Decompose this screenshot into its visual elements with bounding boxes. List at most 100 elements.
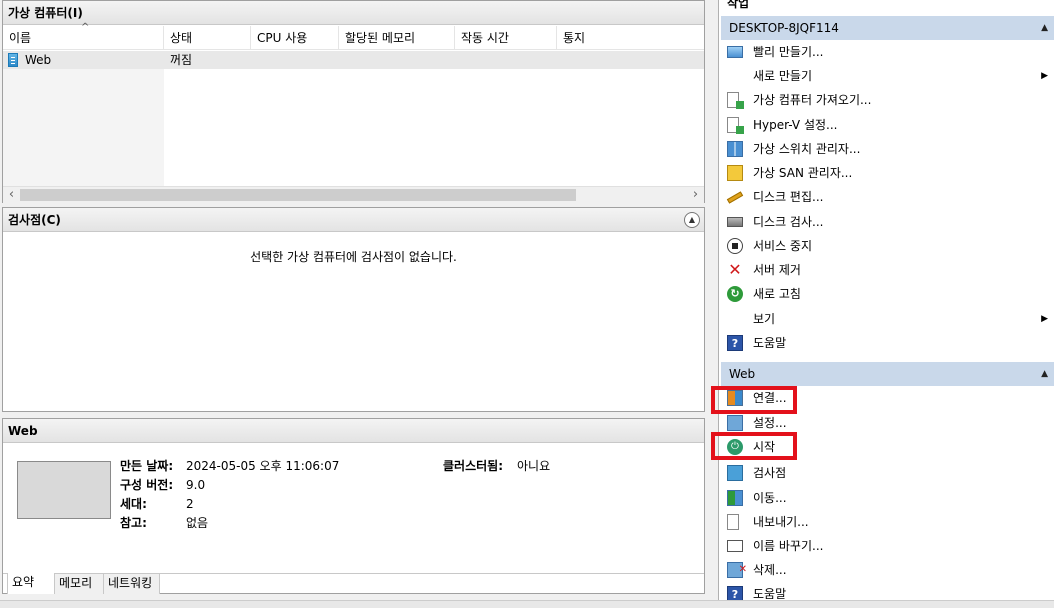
action-virtual-switch[interactable]: 가상 스위치 관리자... [721, 137, 1054, 161]
submenu-arrow-icon: ▶ [1041, 314, 1048, 324]
vm-detail-panel: Web 만든 날짜: 2024-05-05 오후 11:06:07 구성 버전: 9… [2, 418, 705, 594]
created-date-label: 만든 날짜: [120, 459, 174, 473]
tab-summary[interactable]: 요약 [7, 573, 55, 594]
action-label: 디스크 검사... [753, 215, 824, 229]
refresh-icon: ↻ [727, 286, 743, 302]
table-row[interactable]: Web 꺼짐 [3, 51, 704, 69]
notes-value: 없음 [186, 516, 209, 530]
action-new[interactable]: 새로 만들기 ▶ [721, 64, 1054, 88]
action-label: 이동... [753, 491, 787, 505]
stop-service-icon [727, 238, 743, 254]
action-label: 삭제... [753, 563, 787, 577]
action-delete[interactable]: 삭제... [721, 558, 1054, 582]
delete-icon [727, 558, 747, 582]
action-label: 가상 컴퓨터 가져오기... [753, 93, 872, 107]
generation-label: 세대: [120, 497, 147, 511]
help-icon: ? [727, 335, 743, 351]
action-stop-service[interactable]: 서비스 중지 [721, 234, 1054, 258]
export-icon [727, 514, 739, 530]
action-move[interactable]: 이동... [721, 486, 1054, 510]
empty-checkpoint-message: 선택한 가상 컴퓨터에 검사점이 없습니다. [250, 250, 457, 264]
action-label: 디스크 편집... [753, 190, 824, 204]
clustered-value: 아니요 [517, 459, 551, 473]
actions-title: 작업 [727, 0, 750, 10]
column-memory[interactable]: 할당된 메모리 [339, 26, 455, 50]
vm-settings-icon [727, 415, 743, 431]
action-label: 서비스 중지 [753, 239, 813, 253]
collapse-triangle-icon[interactable]: ▲ [1041, 16, 1048, 40]
clustered-label: 클러스터됨: [443, 459, 503, 473]
horizontal-scrollbar[interactable]: ‹ › [3, 186, 704, 203]
action-label: 서버 제거 [753, 263, 801, 277]
config-version-value: 9.0 [186, 478, 206, 492]
action-label: 이름 바꾸기... [753, 539, 824, 553]
action-rename[interactable]: 이름 바꾸기... [721, 534, 1054, 558]
action-help-host[interactable]: ? 도움말 [721, 331, 1054, 355]
generation-row: 세대: 2 [120, 495, 194, 514]
column-cpu[interactable]: CPU 사용 [251, 26, 339, 50]
host-section-title: DESKTOP-8JQF114 [729, 21, 839, 35]
column-uptime[interactable]: 작동 시간 [455, 26, 557, 50]
tab-networking[interactable]: 네트워킹 [104, 574, 160, 594]
collapse-up-icon[interactable]: ▲ [684, 212, 700, 228]
clustered-row: 클러스터됨: 아니요 [443, 457, 550, 476]
created-date-row: 만든 날짜: 2024-05-05 오후 11:06:07 [120, 457, 339, 476]
virtual-machine-icon [8, 53, 18, 67]
detail-panel-title: Web [3, 419, 704, 443]
actions-pane: 작업 DESKTOP-8JQF114 ▲ 빨리 만들기... 새로 만들기 ▶ … [718, 0, 1054, 608]
submenu-arrow-icon: ▶ [1041, 71, 1048, 81]
action-refresh[interactable]: ↻ 새로 고침 [721, 282, 1054, 306]
notes-row: 참고: 없음 [120, 514, 208, 533]
action-label: Hyper-V 설정... [753, 118, 838, 132]
virtual-machines-panel: 가상 컴퓨터(I) 이름 ^ 상태 CPU 사용 할당된 메모리 작동 시간 통… [2, 0, 705, 203]
action-label: 검사점 [753, 466, 787, 480]
virtual-switch-icon [727, 141, 743, 157]
edit-disk-icon [726, 191, 744, 204]
vm-panel-title: 가상 컴퓨터(I) [3, 1, 704, 25]
scroll-right-icon[interactable]: › [687, 187, 704, 203]
vm-state: 꺼짐 [170, 53, 193, 67]
quick-create-icon [727, 46, 743, 58]
action-quick-create[interactable]: 빨리 만들기... [721, 40, 1054, 64]
action-label: 가상 SAN 관리자... [753, 166, 853, 180]
action-import-vm[interactable]: 가상 컴퓨터 가져오기... [721, 88, 1054, 112]
vm-section-header[interactable]: Web ▲ [721, 362, 1054, 386]
action-label: 가상 스위치 관리자... [753, 142, 861, 156]
highlight-connect [711, 386, 797, 414]
scroll-left-icon[interactable]: ‹ [3, 187, 20, 203]
vm-thumbnail [17, 461, 111, 519]
column-status[interactable]: 통지 [557, 26, 705, 50]
config-version-row: 구성 버전: 9.0 [120, 476, 205, 495]
action-view[interactable]: 보기 ▶ [721, 307, 1054, 331]
action-checkpoint[interactable]: 검사점 [721, 461, 1054, 485]
vm-name: Web [25, 53, 52, 67]
action-virtual-san[interactable]: 가상 SAN 관리자... [721, 161, 1054, 185]
tab-memory[interactable]: 메모리 [55, 574, 104, 594]
action-label: 내보내기... [753, 515, 809, 529]
action-inspect-disk[interactable]: 디스크 검사... [721, 210, 1054, 234]
action-label: 빨리 만들기... [753, 45, 824, 59]
action-edit-disk[interactable]: 디스크 편집... [721, 185, 1054, 209]
hyperv-settings-icon [727, 117, 744, 134]
config-version-label: 구성 버전: [120, 478, 174, 492]
column-state[interactable]: 상태 [164, 26, 251, 50]
notes-label: 참고: [120, 516, 147, 530]
action-label: 새로 만들기 [753, 69, 813, 83]
generation-value: 2 [186, 497, 194, 511]
collapse-triangle-icon[interactable]: ▲ [1041, 362, 1048, 386]
checkpoints-panel: 검사점(C) ▲ 선택한 가상 컴퓨터에 검사점이 없습니다. [2, 207, 705, 412]
host-section-header[interactable]: DESKTOP-8JQF114 ▲ [721, 16, 1054, 40]
action-export[interactable]: 내보내기... [721, 510, 1054, 534]
status-strip [0, 600, 1054, 608]
checkpoint-panel-title: 검사점(C) ▲ [3, 208, 704, 232]
action-label: 새로 고침 [753, 287, 801, 301]
name-column-background [3, 51, 164, 187]
action-remove-server[interactable]: ✕ 서버 제거 [721, 258, 1054, 282]
action-hyperv-settings[interactable]: Hyper-V 설정... [721, 113, 1054, 137]
created-date-value: 2024-05-05 오후 11:06:07 [186, 459, 340, 473]
detail-tab-strip: 요약 메모리 네트워킹 [3, 573, 704, 594]
move-icon [727, 490, 743, 506]
action-label: 도움말 [753, 336, 787, 350]
scrollbar-thumb[interactable] [20, 189, 576, 201]
virtual-san-icon [727, 165, 743, 181]
